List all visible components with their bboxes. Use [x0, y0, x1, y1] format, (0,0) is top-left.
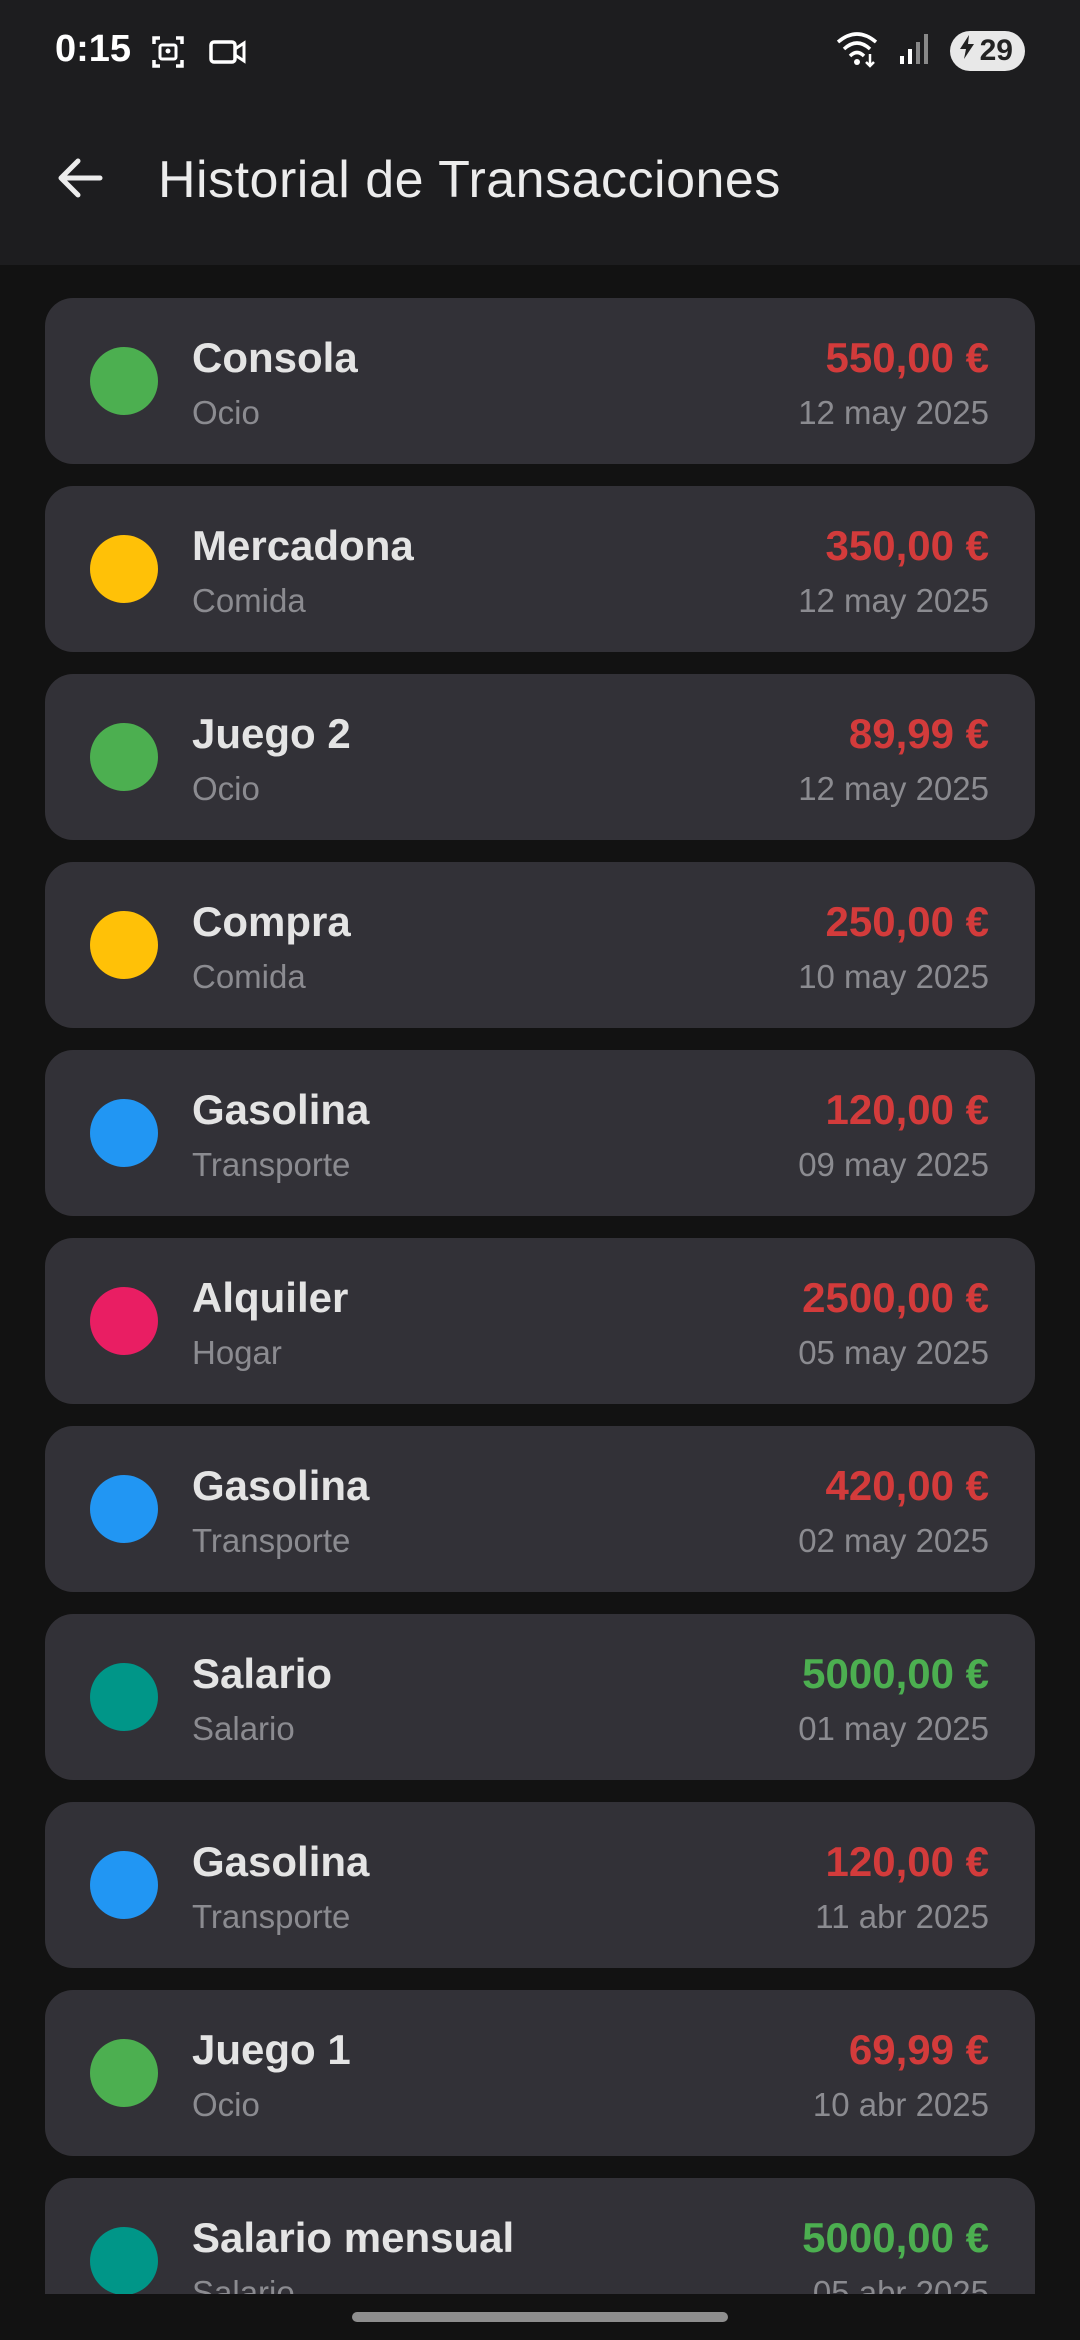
category-color-dot: [90, 1475, 158, 1543]
transaction-date: 12 may 2025: [798, 770, 989, 807]
transaction-amount: 350,00 €: [825, 522, 990, 569]
transaction-card[interactable]: Gasolina Transporte 120,00 € 11 abr 2025: [45, 1802, 1035, 1968]
transaction-category: Salario: [192, 2274, 295, 2294]
transaction-name: Gasolina: [192, 1086, 370, 1133]
transaction-card[interactable]: Salario Salario 5000,00 € 01 may 2025: [45, 1614, 1035, 1780]
back-button[interactable]: [50, 150, 110, 210]
transaction-amount: 420,00 €: [825, 1462, 990, 1509]
category-color-dot: [90, 1663, 158, 1731]
app-bar: Historial de Transacciones: [0, 100, 1080, 265]
page-title: Historial de Transacciones: [158, 151, 781, 209]
battery-charging-icon: [958, 34, 976, 68]
transaction-card[interactable]: Juego 2 Ocio 89,99 € 12 may 2025: [45, 674, 1035, 840]
category-color-dot: [90, 1287, 158, 1355]
gesture-nav-handle[interactable]: [352, 2312, 728, 2322]
transaction-category: Comida: [192, 958, 306, 995]
transaction-name: Juego 2: [192, 710, 351, 757]
transaction-amount: 5000,00 €: [802, 2214, 989, 2261]
category-color-dot: [90, 347, 158, 415]
transaction-date: 12 may 2025: [798, 394, 989, 431]
status-icons-right: 29: [834, 28, 1025, 73]
status-icons-left: [150, 34, 248, 75]
category-color-dot: [90, 2227, 158, 2294]
transaction-card[interactable]: Gasolina Transporte 420,00 € 02 may 2025: [45, 1426, 1035, 1592]
transaction-date: 11 abr 2025: [815, 1898, 989, 1935]
category-color-dot: [90, 723, 158, 791]
transaction-category: Salario: [192, 1710, 295, 1747]
transaction-name: Alquiler: [192, 1274, 349, 1321]
transaction-date: 10 abr 2025: [812, 2086, 989, 2123]
transaction-name: Consola: [192, 334, 358, 381]
arrow-back-icon: [54, 152, 106, 209]
transaction-date: 09 may 2025: [798, 1146, 989, 1183]
category-color-dot: [90, 535, 158, 603]
transaction-category: Hogar: [192, 1334, 282, 1371]
transaction-category: Ocio: [192, 394, 260, 431]
transaction-category: Transporte: [192, 1522, 351, 1559]
transaction-name: Gasolina: [192, 1838, 370, 1885]
transaction-amount: 89,99 €: [848, 710, 989, 757]
transaction-category: Transporte: [192, 1898, 351, 1935]
transaction-date: 02 may 2025: [798, 1522, 989, 1559]
transaction-date: 05 abr 2025: [812, 2274, 989, 2294]
transaction-amount: 5000,00 €: [802, 1650, 989, 1697]
transaction-amount: 120,00 €: [825, 1838, 990, 1885]
category-color-dot: [90, 1851, 158, 1919]
transaction-date: 01 may 2025: [798, 1710, 989, 1747]
transaction-card[interactable]: Salario mensual Salario 5000,00 € 05 abr…: [45, 2178, 1035, 2294]
category-color-dot: [90, 1099, 158, 1167]
transaction-category: Ocio: [192, 770, 260, 807]
signal-icon: [898, 30, 932, 71]
transaction-amount: 69,99 €: [848, 2026, 989, 2073]
transaction-date: 10 may 2025: [798, 958, 989, 995]
screenshot-icon: [150, 34, 186, 75]
transaction-name: Juego 1: [192, 2026, 351, 2073]
category-color-dot: [90, 911, 158, 979]
transaction-name: Salario mensual: [192, 2214, 515, 2261]
category-color-dot: [90, 2039, 158, 2107]
transaction-card[interactable]: Compra Comida 250,00 € 10 may 2025: [45, 862, 1035, 1028]
transaction-card[interactable]: Gasolina Transporte 120,00 € 09 may 2025: [45, 1050, 1035, 1216]
transaction-card[interactable]: Alquiler Hogar 2500,00 € 05 may 2025: [45, 1238, 1035, 1404]
transaction-amount: 2500,00 €: [802, 1274, 989, 1321]
video-record-icon: [208, 34, 248, 75]
transaction-date: 12 may 2025: [798, 582, 989, 619]
transaction-name: Compra: [192, 898, 351, 945]
transaction-card[interactable]: Consola Ocio 550,00 € 12 may 2025: [45, 298, 1035, 464]
transaction-amount: 550,00 €: [825, 334, 990, 381]
status-bar: 0:15 29: [0, 0, 1080, 100]
transaction-date: 05 may 2025: [798, 1334, 989, 1371]
transaction-name: Mercadona: [192, 522, 414, 569]
battery-level: 29: [979, 33, 1013, 67]
transaction-amount: 250,00 €: [825, 898, 990, 945]
transaction-card[interactable]: Mercadona Comida 350,00 € 12 may 2025: [45, 486, 1035, 652]
transaction-card[interactable]: Juego 1 Ocio 69,99 € 10 abr 2025: [45, 1990, 1035, 2156]
transaction-name: Salario: [192, 1650, 333, 1697]
wifi-icon: [834, 28, 880, 73]
transaction-amount: 120,00 €: [825, 1086, 990, 1133]
transaction-category: Transporte: [192, 1146, 351, 1183]
transaction-category: Ocio: [192, 2086, 260, 2123]
status-time: 0:15: [55, 28, 132, 70]
transaction-name: Gasolina: [192, 1462, 370, 1509]
transaction-list[interactable]: Consola Ocio 550,00 € 12 may 2025 Mercad…: [45, 298, 1035, 2294]
transaction-category: Comida: [192, 582, 306, 619]
battery-indicator: 29: [949, 30, 1025, 71]
